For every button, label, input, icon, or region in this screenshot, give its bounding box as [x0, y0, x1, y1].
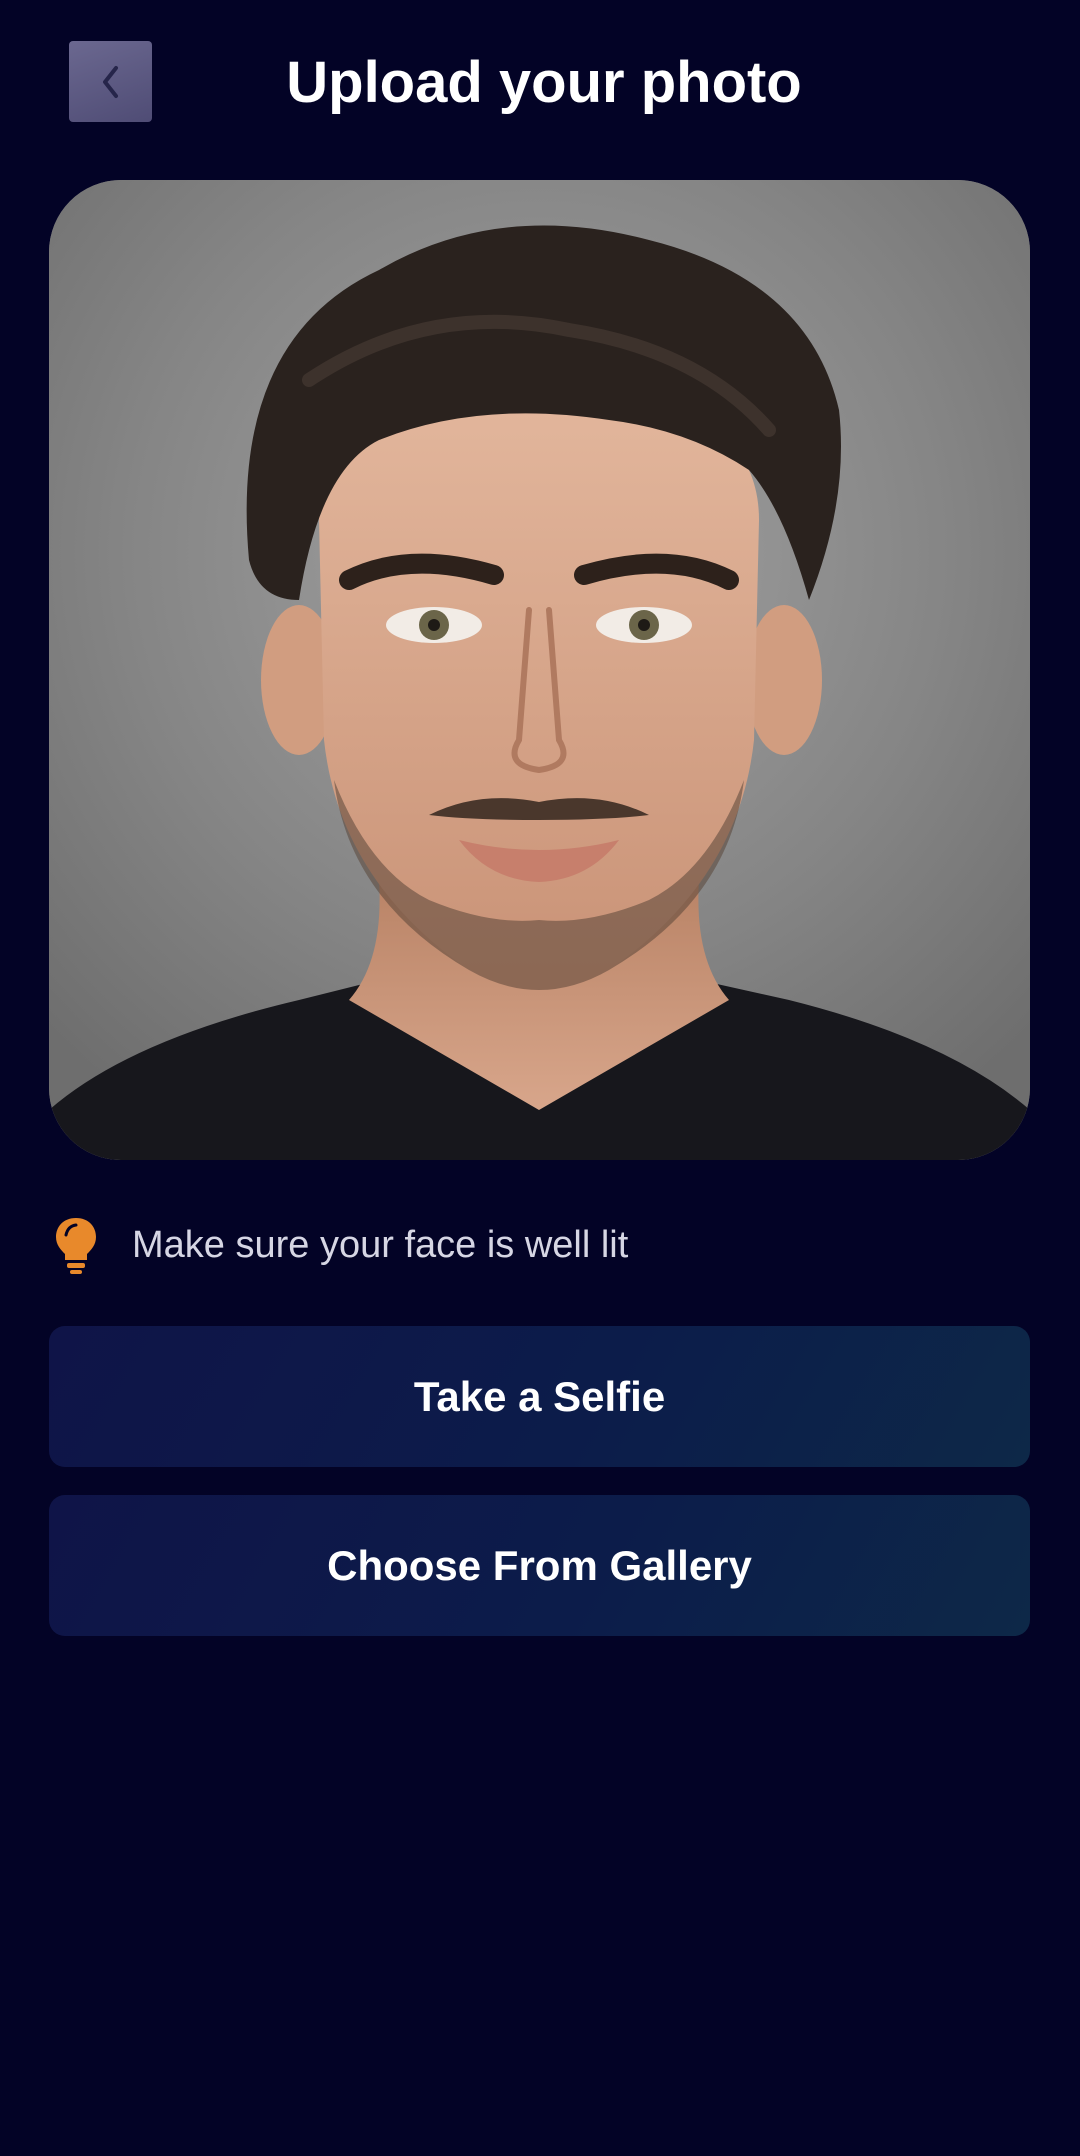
- photo-preview: [49, 180, 1030, 1160]
- page-title: Upload your photo: [286, 50, 802, 115]
- tip-text: Make sure your face is well lit: [132, 1224, 629, 1266]
- choose-from-gallery-button[interactable]: Choose From Gallery: [49, 1495, 1030, 1636]
- portrait-image: [49, 180, 1030, 1160]
- upload-photo-screen: Upload your photo Make sure your face is…: [0, 0, 1080, 2156]
- lighting-tip: Make sure your face is well lit: [52, 1210, 628, 1280]
- lightbulb-icon: [56, 1218, 96, 1274]
- take-selfie-button[interactable]: Take a Selfie: [49, 1326, 1030, 1467]
